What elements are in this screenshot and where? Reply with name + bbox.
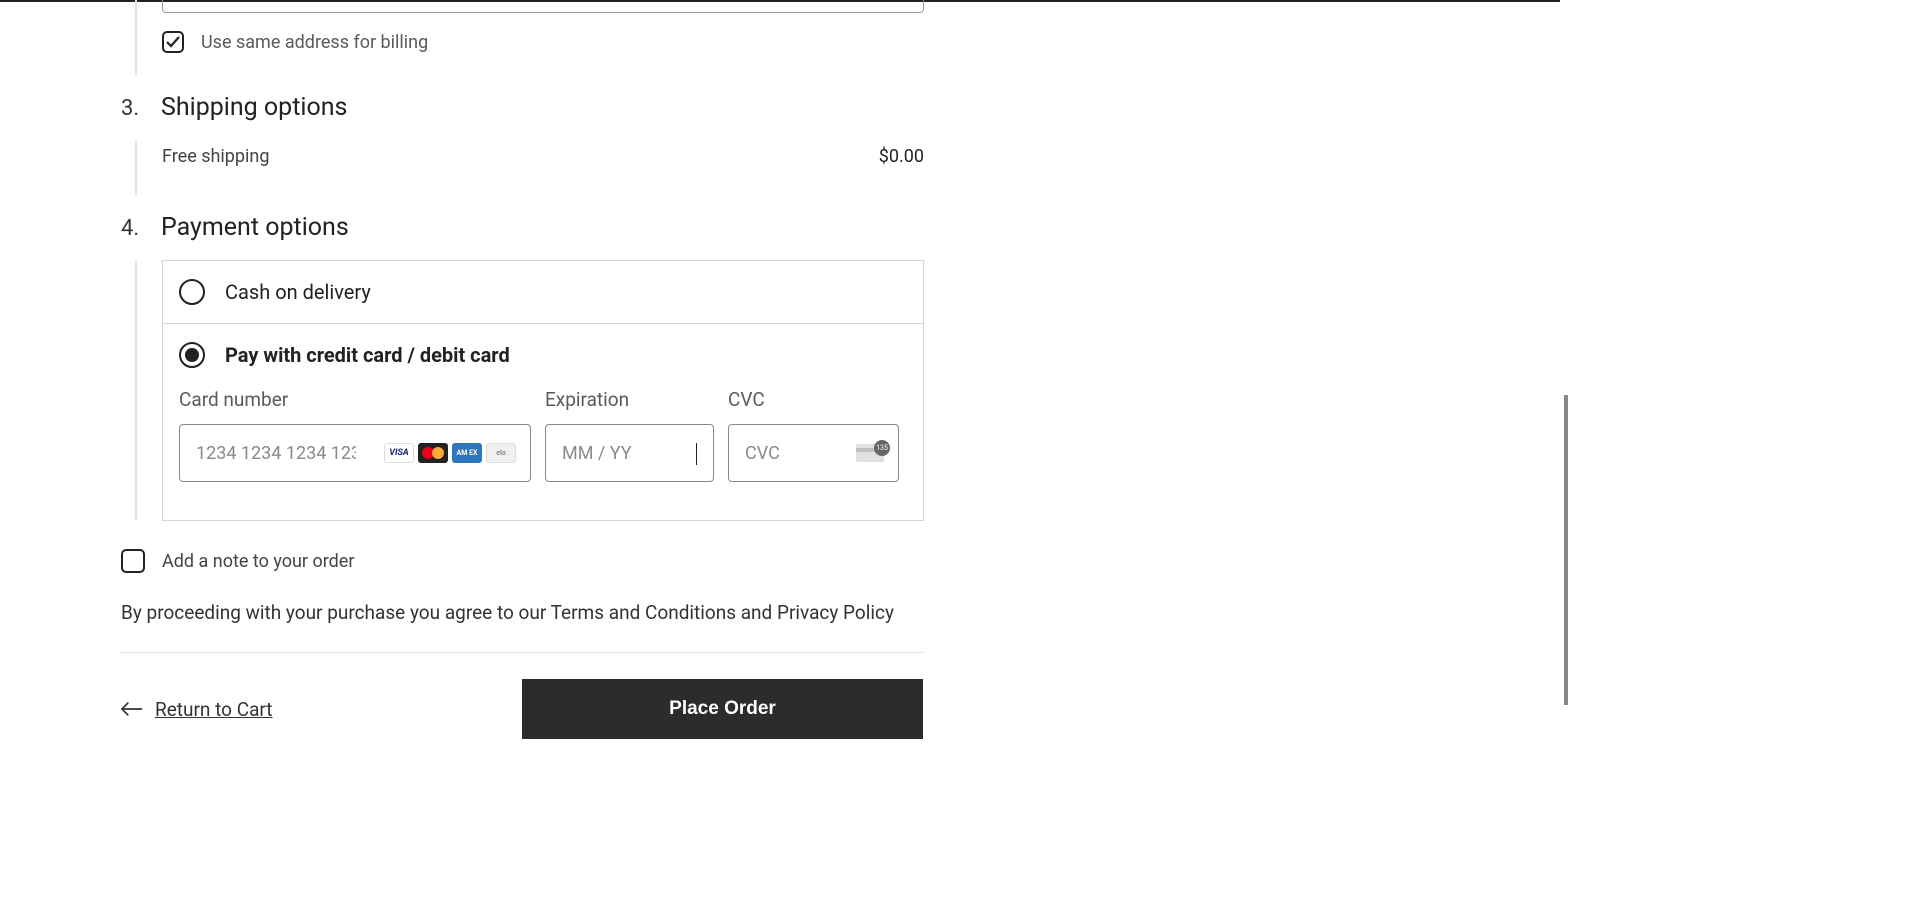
shipping-section-body: Free shipping $0.00 [135, 140, 923, 195]
payment-section-title: Payment options [161, 213, 349, 242]
payment-option-cash[interactable]: Cash on delivery [163, 261, 923, 324]
cash-label: Cash on delivery [225, 280, 371, 304]
card-number-input-box: VISA AM EX elo [179, 424, 531, 482]
arrow-left-icon [121, 701, 143, 717]
scrollbar-thumb[interactable] [1564, 395, 1568, 705]
shipping-option-price: $0.00 [879, 146, 924, 167]
same-address-row: Use same address for billing [162, 31, 923, 75]
card-label: Pay with credit card / debit card [225, 343, 510, 367]
expiration-input[interactable] [562, 443, 642, 464]
checkmark-icon [166, 35, 180, 49]
other-card-icon: elo [486, 443, 516, 463]
divider [121, 652, 923, 653]
mastercard-icon [418, 443, 448, 463]
card-number-input[interactable] [196, 443, 356, 464]
expiration-label: Expiration [545, 388, 714, 411]
checkout-form: Use same address for billing 3. Shipping… [121, 0, 923, 739]
terms-text: By proceeding with your purchase you agr… [121, 601, 923, 624]
previous-input-remnant[interactable] [162, 0, 924, 13]
scrollbar[interactable] [1564, 395, 1568, 705]
add-note-checkbox[interactable] [121, 549, 145, 573]
same-address-label: Use same address for billing [201, 32, 428, 53]
shipping-section-number: 3. [121, 96, 141, 121]
place-order-button[interactable]: Place Order [522, 679, 923, 739]
card-radio[interactable] [179, 342, 205, 368]
text-cursor-icon [696, 443, 697, 465]
payment-options-box: Cash on delivery Pay with credit card / … [162, 260, 924, 521]
cvc-label: CVC [728, 388, 899, 411]
card-number-group: Card number VISA AM EX elo [179, 388, 531, 482]
shipping-section-title: Shipping options [161, 93, 347, 122]
return-to-cart-text: Return to Cart [155, 698, 273, 721]
amex-icon: AM EX [452, 443, 482, 463]
radio-selected-icon [185, 348, 199, 362]
return-to-cart-link[interactable]: Return to Cart [121, 698, 273, 721]
card-number-label: Card number [179, 388, 531, 411]
add-note-label: Add a note to your order [162, 551, 354, 572]
card-fields-row: Card number VISA AM EX elo Expiration [163, 386, 923, 520]
shipping-option-label: Free shipping [162, 146, 269, 167]
add-note-row: Add a note to your order [121, 549, 923, 573]
place-order-label: Place Order [669, 698, 776, 720]
cvc-input-box: 135 [728, 424, 899, 482]
same-address-checkbox[interactable] [162, 31, 184, 53]
expiration-input-box [545, 424, 714, 482]
cvc-hint-icon: 135 [856, 444, 884, 462]
payment-section-body: Cash on delivery Pay with credit card / … [135, 260, 923, 521]
payment-option-card[interactable]: Pay with credit card / debit card [163, 324, 923, 386]
shipping-section-header: 3. Shipping options [121, 93, 923, 122]
bottom-actions-row: Return to Cart Place Order [121, 679, 923, 739]
expiration-group: Expiration [545, 388, 714, 482]
payment-section-header: 4. Payment options [121, 213, 923, 242]
card-brand-icons: VISA AM EX elo [384, 443, 516, 463]
cvc-input[interactable] [745, 443, 825, 464]
payment-section-number: 4. [121, 216, 141, 241]
billing-section-body: Use same address for billing [135, 0, 923, 75]
cash-radio[interactable] [179, 279, 205, 305]
visa-icon: VISA [384, 443, 414, 463]
cvc-group: CVC 135 [728, 388, 899, 482]
shipping-option-row[interactable]: Free shipping $0.00 [162, 140, 924, 195]
